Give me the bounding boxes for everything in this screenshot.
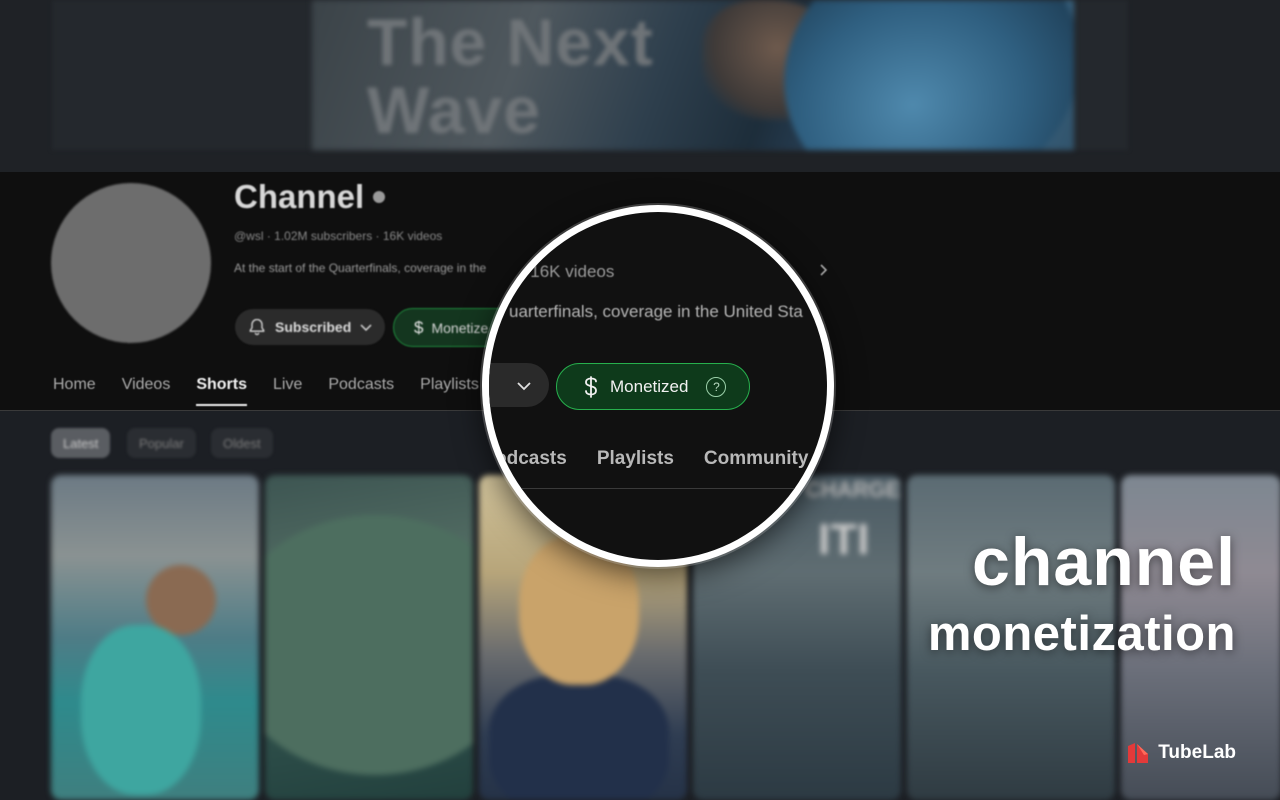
- magnified-divider: [489, 488, 827, 489]
- magnified-tab-community[interactable]: Community: [704, 448, 809, 470]
- banner-title-line2: Wave: [367, 73, 541, 147]
- magnified-tabs: odcasts Playlists Community: [495, 448, 808, 470]
- channel-banner: The Next Wave: [0, 0, 1280, 172]
- thumbnail-wave: [265, 515, 473, 775]
- chevron-down-icon: [360, 324, 372, 332]
- filter-chip-latest[interactable]: Latest: [51, 428, 111, 458]
- dollar-icon: [585, 375, 597, 398]
- promo-subtitle: monetization: [927, 607, 1236, 661]
- filter-chip-popular[interactable]: Popular: [127, 428, 196, 458]
- verified-icon: [373, 191, 385, 203]
- monetized-label-small: Monetize: [431, 319, 489, 336]
- banner-title: The Next Wave: [367, 8, 654, 144]
- thumbnail-text-top: CHARGE: [805, 477, 901, 502]
- tab-playlists[interactable]: Playlists: [420, 376, 479, 406]
- short-thumbnail[interactable]: [51, 475, 259, 800]
- monetized-label: Monetized: [610, 376, 689, 396]
- magnifier-lens: rs · 16K videos uarterfinals, coverage i…: [482, 205, 834, 567]
- monetized-badge[interactable]: Monetized ?: [556, 363, 750, 410]
- thumbnail-figure: [146, 565, 216, 635]
- magnified-description: uarterfinals, coverage in the United Sta: [509, 302, 803, 321]
- tab-videos[interactable]: Videos: [122, 376, 171, 406]
- promo-title: channel: [972, 524, 1236, 600]
- channel-meta: @wsl · 1.02M subscribers · 16K videos: [234, 229, 443, 243]
- magnified-tab-playlists[interactable]: Playlists: [597, 448, 674, 470]
- tab-home[interactable]: Home: [53, 376, 96, 406]
- brand-name: TubeLab: [1158, 742, 1236, 763]
- channel-description[interactable]: At the start of the Quarterfinals, cover…: [234, 261, 486, 275]
- subscribed-button[interactable]: Subscribed: [235, 309, 385, 345]
- tubelab-logo-icon: [1128, 743, 1149, 763]
- chevron-down-icon: [517, 382, 531, 391]
- channel-tabs: Home Videos Shorts Live Podcasts Playlis…: [53, 376, 505, 406]
- banner-title-line1: The Next: [367, 5, 654, 79]
- thumbnail-figure-body: [81, 625, 201, 795]
- tab-live[interactable]: Live: [273, 376, 302, 406]
- tab-shorts[interactable]: Shorts: [196, 376, 247, 406]
- thumbnail-text-big: ITI: [818, 515, 870, 564]
- magnified-tab-podcasts[interactable]: odcasts: [495, 448, 567, 470]
- subscribed-label: Subscribed: [275, 319, 352, 335]
- dollar-icon: $: [414, 317, 424, 337]
- channel-name: Channel: [234, 178, 365, 215]
- channel-avatar[interactable]: [51, 183, 211, 343]
- short-thumbnail[interactable]: [265, 475, 473, 800]
- thumbnail-figure-body: [489, 675, 669, 800]
- help-icon[interactable]: ?: [706, 376, 727, 397]
- brand-logo: TubeLab: [1126, 742, 1236, 764]
- bell-icon: [249, 318, 265, 336]
- filter-chip-oldest[interactable]: Oldest: [211, 428, 273, 458]
- tab-podcasts[interactable]: Podcasts: [328, 376, 394, 406]
- magnified-meta: rs · 16K videos: [501, 262, 615, 281]
- chevron-right-icon[interactable]: [815, 262, 831, 278]
